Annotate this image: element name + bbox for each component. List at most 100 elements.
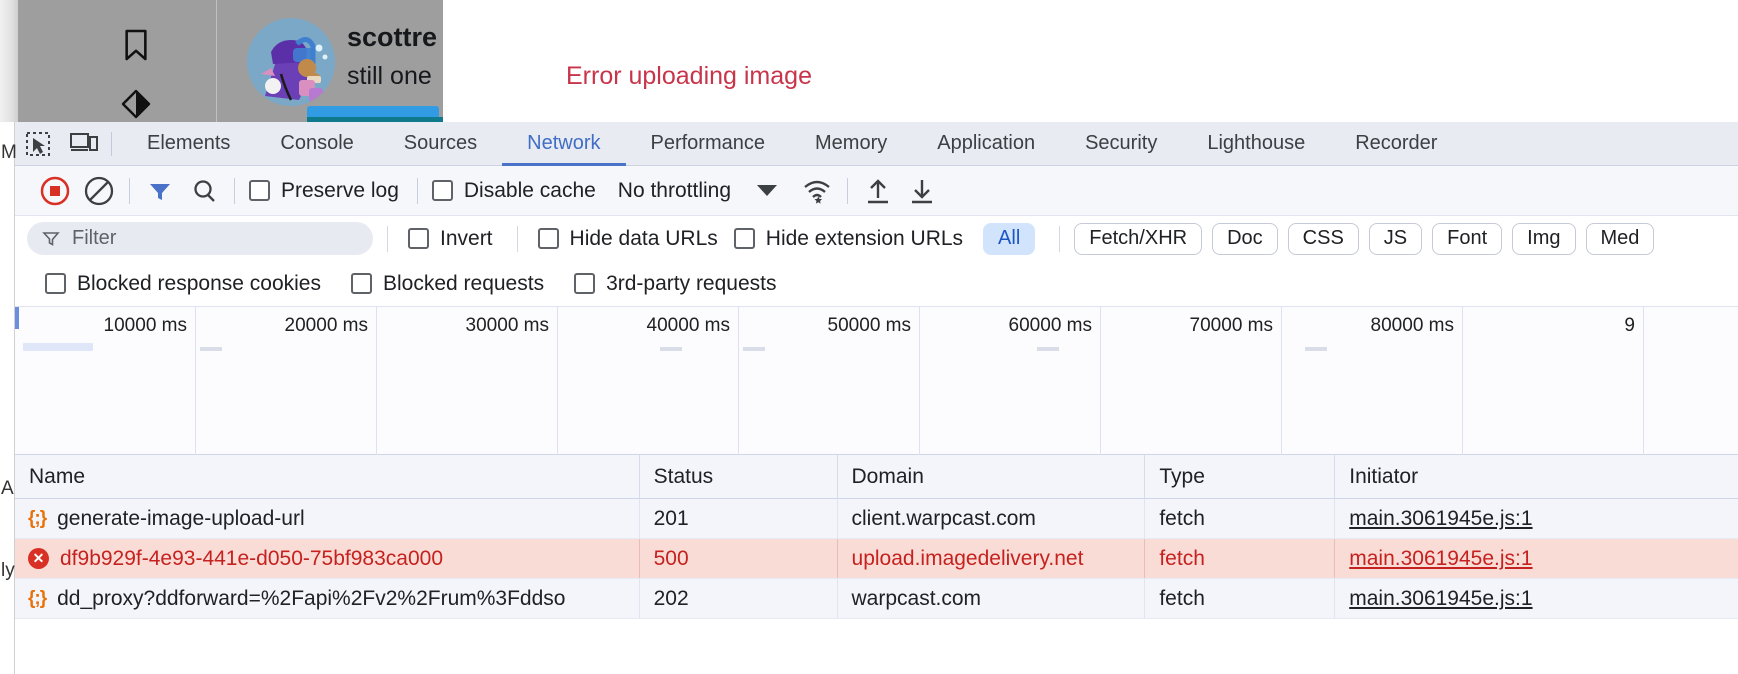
- checkbox-box: [249, 180, 270, 201]
- disable-cache-checkbox[interactable]: Disable cache: [431, 178, 596, 203]
- timeline-tick-label: 20000 ms: [284, 315, 368, 336]
- tab-performance[interactable]: Performance: [626, 122, 791, 166]
- edge-letter: ly: [1, 560, 15, 581]
- blocked-requests-checkbox[interactable]: Blocked requests: [350, 271, 545, 296]
- error-message: Error uploading image: [566, 62, 812, 90]
- hide-extension-urls-label: Hide extension URLs: [765, 226, 964, 250]
- type-chip-all[interactable]: All: [983, 222, 1036, 255]
- timeline-tick: 30000 ms: [377, 307, 558, 455]
- device-toolbar-icon[interactable]: [61, 122, 107, 166]
- type-chip-js[interactable]: JS: [1368, 222, 1423, 255]
- initiator-link[interactable]: main.3061945e.js:1: [1349, 587, 1532, 611]
- tab-network[interactable]: Network: [502, 122, 625, 166]
- checkbox-box: [350, 273, 372, 294]
- network-toolbar: Preserve log Disable cache No throttling: [15, 166, 1738, 216]
- filter-placeholder: Filter: [72, 227, 117, 249]
- inspect-element-icon[interactable]: [15, 122, 61, 166]
- cell-name: {;} dd_proxy?ddforward=%2Fapi%2Fv2%2Frum…: [15, 579, 640, 618]
- tab-console[interactable]: Console: [255, 122, 378, 166]
- timeline-request-bar: [1305, 347, 1327, 351]
- tab-sources[interactable]: Sources: [379, 122, 502, 166]
- checkbox-box: [733, 228, 755, 249]
- filter-input[interactable]: Filter: [27, 222, 373, 255]
- cell-type: fetch: [1145, 539, 1336, 578]
- timeline-tick-label: 40000 ms: [646, 315, 730, 336]
- cell-name: ✕ df9b929f-4e93-441e-d050-75bf983ca000: [15, 539, 640, 578]
- bookmark-icon[interactable]: [122, 28, 150, 67]
- blocked-requests-label: Blocked requests: [382, 271, 545, 295]
- cell-status: 202: [640, 579, 838, 618]
- app-post-text: still one: [347, 62, 432, 90]
- record-stop-icon[interactable]: [33, 169, 77, 213]
- table-row[interactable]: ✕ df9b929f-4e93-441e-d050-75bf983ca000 5…: [15, 539, 1738, 579]
- timeline-tick-label: 30000 ms: [465, 315, 549, 336]
- cell-status: 500: [640, 539, 838, 578]
- preserve-log-checkbox[interactable]: Preserve log: [249, 179, 399, 203]
- tab-memory[interactable]: Memory: [790, 122, 912, 166]
- type-chip-font[interactable]: Font: [1432, 222, 1503, 255]
- tab-recorder[interactable]: Recorder: [1330, 122, 1462, 166]
- tab-lighthouse[interactable]: Lighthouse: [1182, 122, 1330, 166]
- column-header-status[interactable]: Status: [640, 455, 838, 498]
- cell-initiator: main.3061945e.js:1: [1335, 579, 1738, 618]
- cell-type: fetch: [1145, 579, 1336, 618]
- edge-letter: M: [1, 142, 17, 163]
- filterbar-divider-1: [387, 225, 388, 252]
- column-header-initiator[interactable]: Initiator: [1335, 455, 1738, 498]
- type-chip-css[interactable]: CSS: [1287, 222, 1359, 255]
- clear-network-log-icon[interactable]: [77, 169, 121, 213]
- invert-checkbox[interactable]: Invert: [408, 227, 493, 251]
- json-icon: {;}: [28, 587, 47, 609]
- table-row[interactable]: {;} dd_proxy?ddforward=%2Fapi%2Fv2%2Frum…: [15, 579, 1738, 619]
- network-filterbar: Filter Invert Hide data URLs Hide extens…: [15, 216, 1738, 261]
- import-har-icon[interactable]: [856, 169, 900, 213]
- hide-data-urls-checkbox[interactable]: Hide data URLs: [537, 227, 718, 251]
- cell-domain: warpcast.com: [838, 579, 1146, 618]
- checkbox-box: [408, 228, 429, 249]
- timeline-request-bar: [660, 347, 682, 351]
- cell-domain: client.warpcast.com: [838, 499, 1146, 538]
- timeline-tick-label: 10000 ms: [103, 315, 187, 336]
- initiator-link[interactable]: main.3061945e.js:1: [1349, 547, 1532, 571]
- cell-domain: upload.imagedelivery.net: [838, 539, 1146, 578]
- avatar[interactable]: [247, 18, 335, 106]
- error-icon: ✕: [28, 548, 49, 569]
- tab-elements[interactable]: Elements: [122, 122, 255, 166]
- timeline-request-bar: [1037, 347, 1059, 351]
- column-header-name[interactable]: Name: [15, 455, 640, 498]
- third-party-requests-checkbox[interactable]: 3rd-party requests: [574, 272, 777, 296]
- filterbar-divider-2: [516, 225, 518, 252]
- tab-application[interactable]: Application: [912, 122, 1060, 166]
- timeline-tick-label: 9: [1624, 315, 1635, 336]
- type-chip-doc[interactable]: Doc: [1212, 222, 1278, 255]
- timeline-tick: 40000 ms: [558, 307, 739, 455]
- hide-extension-urls-checkbox[interactable]: Hide extension URLs: [733, 226, 964, 251]
- timeline-tick: 10000 ms: [15, 307, 196, 455]
- toolbar-divider-4: [847, 177, 849, 204]
- wifi-settings-icon[interactable]: [795, 169, 839, 213]
- column-header-domain[interactable]: Domain: [838, 455, 1146, 498]
- column-header-type[interactable]: Type: [1145, 455, 1336, 498]
- export-har-icon[interactable]: [900, 169, 944, 213]
- type-chip-fetch-xhr[interactable]: Fetch/XHR: [1074, 222, 1203, 255]
- tab-security[interactable]: Security: [1060, 122, 1182, 166]
- app-username: scottre: [347, 22, 438, 52]
- preserve-log-label: Preserve log: [281, 178, 399, 202]
- table-row[interactable]: {;} generate-image-upload-url 201 client…: [15, 499, 1738, 539]
- checkbox-box: [574, 273, 596, 294]
- blocked-response-cookies-label: Blocked response cookies: [77, 271, 321, 295]
- search-icon[interactable]: [182, 169, 226, 213]
- initiator-link[interactable]: main.3061945e.js:1: [1349, 507, 1532, 531]
- disable-cache-label: Disable cache: [463, 178, 596, 202]
- cell-initiator: main.3061945e.js:1: [1335, 499, 1738, 538]
- filter-icon[interactable]: [138, 169, 182, 213]
- chevron-down-icon: [757, 185, 778, 196]
- devtools-tabbar: Elements Console Sources Network Perform…: [15, 122, 1738, 166]
- blocked-response-cookies-checkbox[interactable]: Blocked response cookies: [45, 272, 321, 296]
- edge-letter: A: [1, 478, 14, 499]
- type-chip-media[interactable]: Med: [1585, 222, 1655, 255]
- type-chip-img[interactable]: Img: [1512, 222, 1576, 255]
- network-overview-timeline[interactable]: 10000 ms 20000 ms 30000 ms 40000 ms 5000…: [15, 307, 1738, 455]
- diamond-half-icon[interactable]: [120, 88, 152, 122]
- throttling-dropdown[interactable]: No throttling: [618, 179, 778, 203]
